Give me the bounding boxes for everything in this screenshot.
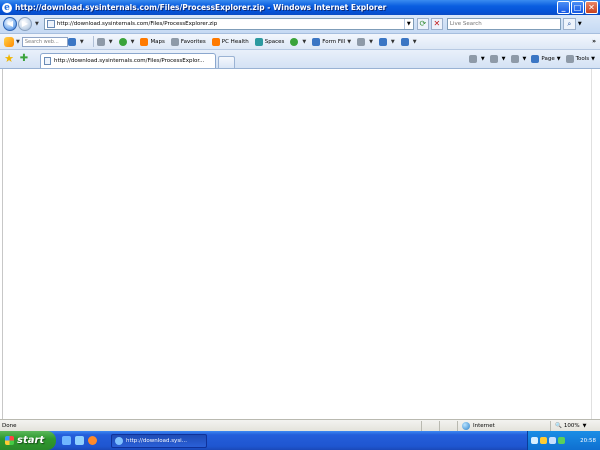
gear-icon xyxy=(565,55,574,63)
form-fill-icon xyxy=(312,37,321,46)
tools-menu[interactable]: Tools ▼ xyxy=(565,55,595,63)
maps-icon xyxy=(140,37,149,46)
home-button[interactable]: ▼ xyxy=(468,55,485,63)
favorites-icon xyxy=(170,37,179,46)
rss-icon xyxy=(489,55,498,63)
home-icon xyxy=(468,55,477,63)
address-toolbar: ◀ ▶ ▼ http://download.sysinternals.com/F… xyxy=(0,15,600,34)
toolbar-button-settings[interactable]: ▼ xyxy=(378,37,395,46)
security-zone[interactable]: Internet xyxy=(457,420,550,431)
network-icon[interactable] xyxy=(531,437,538,444)
toolbar-button-onecare[interactable]: ▼ xyxy=(118,37,134,46)
windows-live-logo-icon[interactable] xyxy=(4,36,14,47)
back-button[interactable]: ◀ xyxy=(3,17,17,31)
toolbar-chevron[interactable]: » xyxy=(592,38,596,45)
title-bar[interactable]: e http://download.sysinternals.com/Files… xyxy=(0,0,600,15)
stop-button[interactable]: ✕ xyxy=(430,18,443,30)
onecare-icon xyxy=(118,37,127,46)
windows-live-toolbar: ▼ Search web... ▼ ▼ ▼ Maps Favorites PC … xyxy=(0,34,600,50)
print-button[interactable]: ▼ xyxy=(510,55,526,63)
status-text: Done xyxy=(2,422,17,429)
toolbar-button-help[interactable]: ▼ xyxy=(400,37,417,46)
web-search-input[interactable]: Search web... xyxy=(21,36,68,47)
page-menu[interactable]: Page ▼ xyxy=(531,55,561,63)
toolbar-button-maps[interactable]: Maps xyxy=(140,37,165,46)
toolbar-button-pc-health[interactable]: PC Health xyxy=(211,37,249,46)
mail-icon xyxy=(96,37,105,46)
tab-label: http://download.sysinternals.com/Files/P… xyxy=(54,58,205,64)
search-web-button[interactable]: ▼ xyxy=(67,37,84,46)
command-bar: ▼ ▼ ▼ Page ▼ Tools ▼ xyxy=(468,50,600,68)
globe-icon xyxy=(462,421,470,430)
printer-icon xyxy=(510,55,519,63)
security-icon[interactable] xyxy=(540,437,547,444)
taskbar: start http://download.sysi... 20:58 xyxy=(0,431,600,450)
search-icon[interactable]: ⌕ xyxy=(562,18,576,30)
address-url[interactable]: http://download.sysinternals.com/Files/P… xyxy=(57,21,404,27)
pc-health-icon xyxy=(211,37,220,46)
zoom-control[interactable]: 🔍 100% ▼ xyxy=(550,420,600,431)
maximize-button[interactable]: □ xyxy=(571,1,584,14)
page-icon xyxy=(46,20,55,28)
help-icon xyxy=(400,37,409,46)
toolbar-button-spaces[interactable]: Spaces xyxy=(254,37,284,46)
volume-icon[interactable] xyxy=(549,437,556,444)
toolbar-button-mail[interactable]: ▼ xyxy=(96,37,113,46)
add-favorite-icon[interactable]: ✚ xyxy=(18,53,30,65)
minimize-button[interactable]: _ xyxy=(557,1,570,14)
tab-active[interactable]: http://download.sysinternals.com/Files/P… xyxy=(40,53,216,68)
ie-quicklaunch-icon[interactable] xyxy=(62,436,71,445)
magnifier-icon: 🔍 xyxy=(555,422,562,429)
spaces-icon xyxy=(254,37,263,46)
page-icon xyxy=(531,55,540,63)
toolbar-button-messenger[interactable]: ▼ xyxy=(290,37,306,46)
live-search-input[interactable] xyxy=(446,18,561,30)
new-tab-button[interactable] xyxy=(218,56,235,68)
close-button[interactable]: ✕ xyxy=(585,1,598,14)
gear-icon xyxy=(378,37,387,46)
taskbar-window-button[interactable]: http://download.sysi... xyxy=(111,433,207,448)
search-dropdown-icon[interactable]: ▼ xyxy=(578,21,582,27)
address-field[interactable]: http://download.sysinternals.com/Files/P… xyxy=(43,18,414,30)
status-bar: Done Internet 🔍 100% ▼ xyxy=(0,419,600,431)
start-button[interactable]: start xyxy=(0,431,56,450)
window-title: http://download.sysinternals.com/Files/P… xyxy=(15,3,387,12)
favorites-center-icon[interactable]: ★ xyxy=(3,53,15,65)
forward-button[interactable]: ▶ xyxy=(18,17,32,31)
system-tray: 20:58 xyxy=(527,431,600,450)
page-icon xyxy=(44,57,51,65)
toolbar-button-form-fill[interactable]: Form Fill ▼ xyxy=(312,37,351,46)
feeds-button[interactable]: ▼ xyxy=(489,55,506,63)
clock: 20:58 xyxy=(580,437,596,444)
ie-logo-icon: e xyxy=(2,2,12,13)
toolbar-button-favorites[interactable]: Favorites xyxy=(170,37,206,46)
ie-icon xyxy=(115,436,123,445)
messenger-icon xyxy=(290,37,299,46)
quick-launch xyxy=(62,436,101,445)
tab-command-bar: ★ ✚ http://download.sysinternals.com/Fil… xyxy=(0,50,600,69)
windows-flag-icon xyxy=(5,436,14,445)
page-content[interactable] xyxy=(2,69,591,419)
address-dropdown-icon[interactable]: ▼ xyxy=(403,19,413,29)
magnifier-icon xyxy=(67,37,76,46)
messenger-icon[interactable] xyxy=(558,437,565,444)
rss-icon xyxy=(357,37,366,46)
toolbar-button-rss[interactable]: ▼ xyxy=(357,37,373,46)
history-dropdown-icon[interactable]: ▼ xyxy=(35,21,39,27)
firefox-quicklaunch-icon[interactable] xyxy=(88,436,97,445)
live-menu-dropdown-icon[interactable]: ▼ xyxy=(16,39,20,45)
vertical-scrollbar[interactable] xyxy=(591,69,600,419)
refresh-button[interactable]: ⟳ xyxy=(416,18,429,30)
desktop-quicklaunch-icon[interactable] xyxy=(75,436,84,445)
